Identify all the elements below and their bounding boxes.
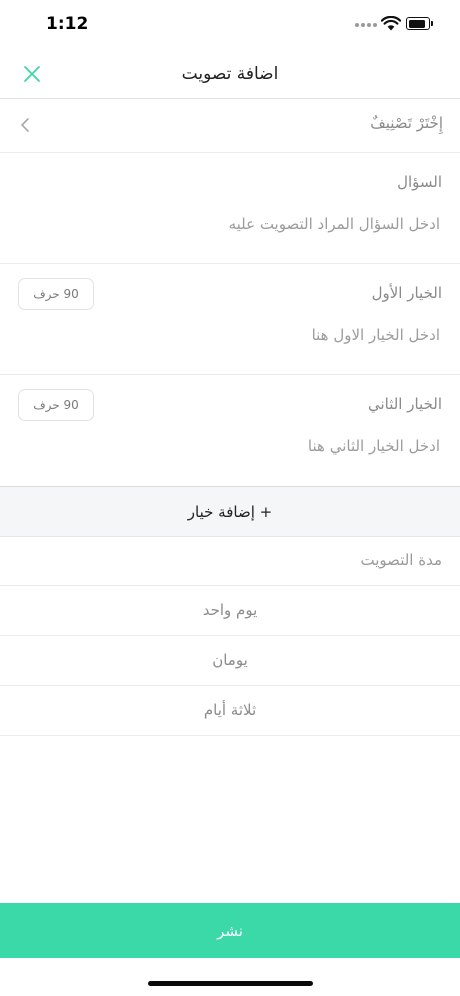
duration-header: مدة التصويت [0,536,460,586]
duration-option-three-days[interactable]: ثلاثة أيام [0,686,460,736]
chevron-left-icon [21,118,29,132]
option-2-label: الخيار الثاني [367,395,442,413]
status-time: 1:12 [46,14,89,34]
home-indicator [148,981,313,986]
duration-option-two-days[interactable]: يومان [0,636,460,686]
duration-option-one-day[interactable]: يوم واحد [0,586,460,636]
option-2-section: 90 حرف الخيار الثاني [0,375,460,487]
question-label: السؤال [397,173,442,191]
status-bar: 1:12 [0,0,460,50]
nav-header: اضافة تصويت [0,50,460,99]
option-2-char-limit-badge: 90 حرف [18,389,94,421]
question-input[interactable] [58,209,442,239]
duration-label: مدة التصويت [360,551,442,569]
duration-option-label: يوم واحد [202,601,258,619]
category-picker[interactable]: إِخْتَرْ تَصْنِيفٌ [0,98,460,153]
option-1-section: 90 حرف الخيار الأول [0,264,460,375]
category-label: إِخْتَرْ تَصْنِيفٌ [370,114,443,132]
battery-icon [406,17,433,30]
duration-option-label: يومان [212,651,248,669]
question-section: السؤال [0,153,460,264]
wifi-icon [381,16,401,31]
publish-button[interactable]: نشر [0,903,460,958]
option-1-char-limit-badge: 90 حرف [18,278,94,310]
add-option-button[interactable]: + إضافة خيار [0,487,460,537]
option-1-label: الخيار الأول [371,284,442,302]
signal-dots-icon [355,21,377,29]
duration-option-label: ثلاثة أيام [203,701,257,719]
option-2-input[interactable] [58,431,442,461]
page-title: اضافة تصويت [181,64,279,84]
option-1-input[interactable] [58,320,442,350]
